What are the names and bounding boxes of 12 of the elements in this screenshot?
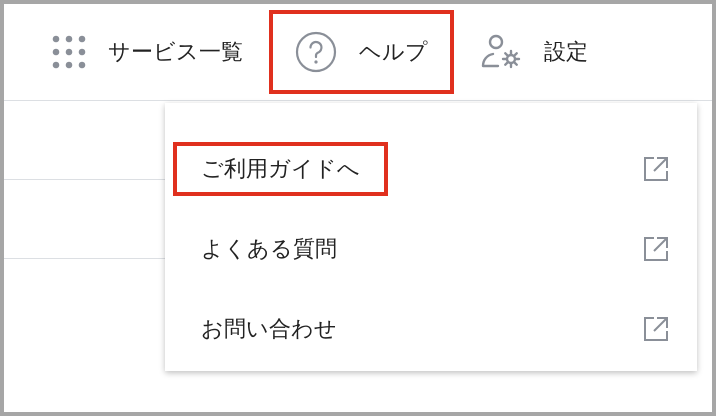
external-link-icon bbox=[643, 316, 669, 342]
help-icon bbox=[295, 31, 337, 73]
menu-link[interactable]: お問い合わせ bbox=[173, 302, 365, 356]
grid-icon bbox=[52, 35, 86, 69]
menu-link[interactable]: ご利用ガイドへ bbox=[173, 142, 388, 196]
user-gear-icon bbox=[480, 34, 522, 70]
help-menu-button[interactable]: ヘルプ bbox=[269, 10, 454, 94]
external-link-icon bbox=[643, 156, 669, 182]
menu-link[interactable]: よくある質問 bbox=[173, 222, 365, 276]
services-button[interactable]: サービス一覧 bbox=[26, 10, 269, 94]
external-link-icon bbox=[643, 236, 669, 262]
settings-button[interactable]: 設定 bbox=[454, 10, 614, 94]
